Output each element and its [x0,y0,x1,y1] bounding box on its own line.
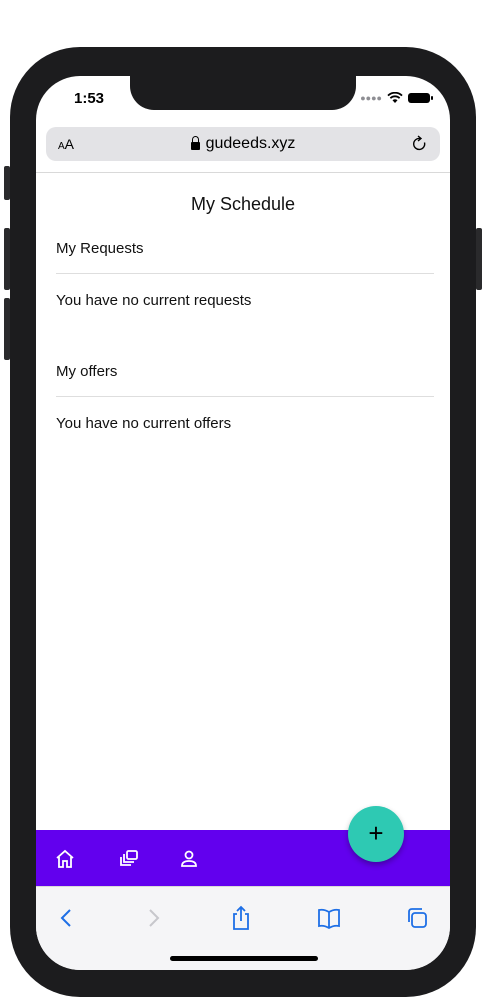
profile-icon[interactable] [178,848,200,870]
share-icon[interactable] [228,905,254,931]
silent-switch [4,166,10,200]
domain-text: gudeeds.xyz [205,135,296,152]
collections-icon[interactable] [118,848,140,870]
header-divider [36,172,450,173]
volume-down-button [4,298,10,360]
offers-divider [56,396,434,397]
url-display[interactable]: gudeeds.xyz [190,135,296,153]
back-icon[interactable] [54,905,80,931]
text-size-button[interactable]: AA [58,136,74,152]
volume-up-button [4,228,10,290]
signal-icon: ●●●● [360,93,382,103]
page-title: My Schedule [190,194,296,214]
requests-heading: My Requests [56,240,144,257]
status-indicators: ●●●● [360,92,433,104]
wifi-icon [387,92,403,103]
screen: 1:53 ●●●● AA gudeeds.xyz My Schedule My … [36,76,450,970]
add-button[interactable]: + [348,806,404,862]
forward-icon[interactable] [140,905,166,931]
battery-icon [408,93,433,103]
power-button [476,228,482,290]
requests-divider [56,273,434,274]
reload-icon[interactable] [412,135,428,153]
status-time: 1:53 [74,90,105,107]
offers-empty-message: You have no current offers [56,415,232,432]
lock-icon [190,135,200,150]
home-indicator [170,956,318,961]
tabs-icon[interactable] [404,905,430,931]
home-icon[interactable] [54,848,76,870]
requests-empty-message: You have no current requests [56,292,252,309]
address-bar[interactable]: AA gudeeds.xyz [46,127,440,161]
offers-heading: My offers [56,363,118,380]
notch [130,76,356,110]
bookmarks-icon[interactable] [316,905,342,931]
